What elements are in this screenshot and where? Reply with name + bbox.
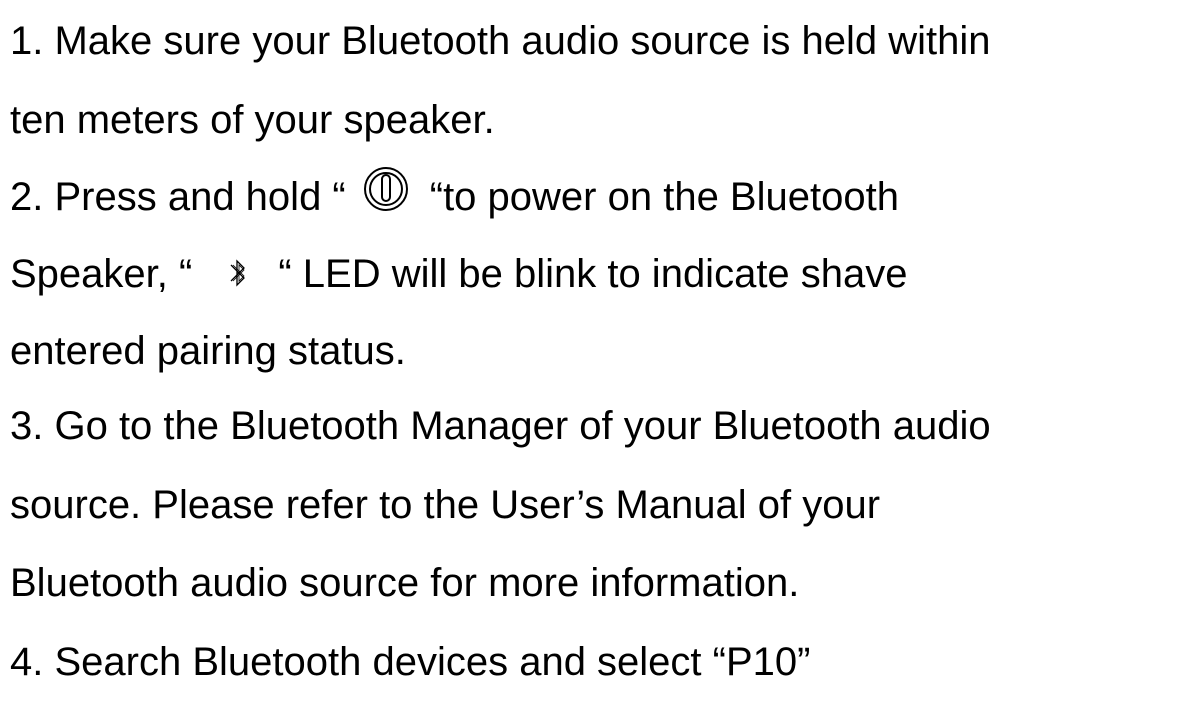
- step-2-line-3: entered pairing status.: [10, 329, 406, 373]
- step-2-text-after-power: “to power on the Bluetooth: [429, 175, 899, 219]
- step-1-line-1: 1. Make sure your Bluetooth audio source…: [10, 19, 991, 63]
- step-2-text-before-power: 2. Press and hold “: [10, 175, 346, 219]
- instruction-document: 1. Make sure your Bluetooth audio source…: [0, 0, 1197, 720]
- step-4-line-1: 4. Search Bluetooth devices and select “…: [10, 640, 811, 684]
- step-2-line-2: Speaker, “ “ LED will be blink to indica…: [10, 244, 908, 304]
- step-2-text-after-bluetooth: “ LED will be blink to indicate shave: [278, 252, 908, 296]
- power-icon: [362, 165, 410, 213]
- step-3-line-3: Bluetooth audio source for more informat…: [10, 561, 800, 605]
- step-1-line-2: ten meters of your speaker.: [10, 98, 495, 142]
- step-2-text-before-bluetooth: Speaker, “: [10, 252, 193, 296]
- step-3-line-1: 3. Go to the Bluetooth Manager of your B…: [10, 404, 991, 448]
- bluetooth-icon: [228, 247, 248, 288]
- step-3-line-2: source. Please refer to the User’s Manua…: [10, 483, 881, 527]
- step-2-line-1: 2. Press and hold “ “to power on the Blu…: [10, 167, 899, 227]
